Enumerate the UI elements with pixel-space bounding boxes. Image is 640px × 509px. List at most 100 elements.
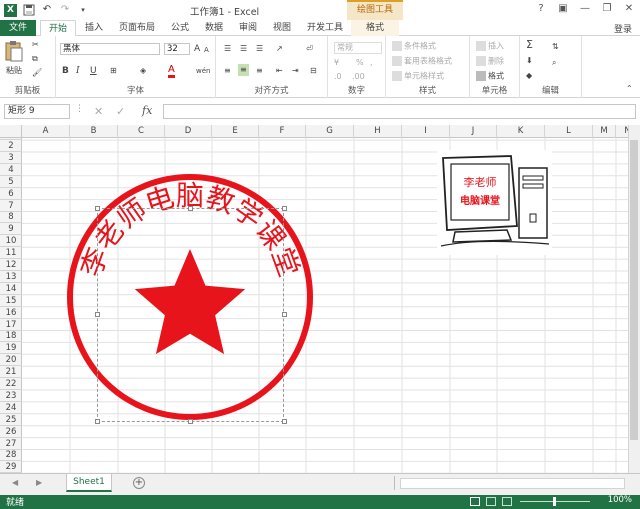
confirm-formula-button[interactable]: ✓ xyxy=(116,104,128,119)
row-header-29[interactable]: 29 xyxy=(0,461,22,474)
tab-formulas[interactable]: 公式 xyxy=(166,20,194,36)
cut-icon[interactable]: ✂ xyxy=(32,40,39,50)
sheet-tab-sheet1[interactable]: Sheet1 xyxy=(66,474,112,492)
align-bottom-icon[interactable]: ☰ xyxy=(256,44,263,54)
next-sheet-arrow-icon[interactable]: ▶ xyxy=(36,478,42,487)
minimize-icon[interactable]: — xyxy=(574,0,596,18)
customize-qat-icon[interactable]: ▾ xyxy=(77,4,89,16)
row-header-19[interactable]: 19 xyxy=(0,342,22,355)
increase-decimal-icon[interactable]: .0 xyxy=(334,72,342,82)
shrink-font-button[interactable]: A xyxy=(204,45,209,55)
column-header-j[interactable]: J xyxy=(450,125,497,138)
column-header-m[interactable]: M xyxy=(593,125,616,138)
computer-monitor-picture[interactable]: 李老师 电脑课堂 xyxy=(437,150,552,255)
page-break-view-icon[interactable] xyxy=(502,497,512,506)
resize-handle[interactable] xyxy=(188,206,193,211)
align-right-icon[interactable]: ≡ xyxy=(256,66,263,76)
merge-center-icon[interactable]: ⊟ xyxy=(310,66,317,76)
row-header-4[interactable]: 4 xyxy=(0,164,22,176)
column-header-i[interactable]: I xyxy=(402,125,450,138)
row-header-17[interactable]: 17 xyxy=(0,319,22,331)
percent-button[interactable]: % xyxy=(356,58,364,68)
column-header-h[interactable]: H xyxy=(354,125,402,138)
fill-icon[interactable]: ⬇ xyxy=(526,56,533,66)
font-color-button[interactable]: A xyxy=(168,65,175,78)
font-name-select[interactable]: 黑体 xyxy=(60,43,160,55)
row-header-12[interactable]: 12 xyxy=(0,259,22,271)
close-icon[interactable]: ✕ xyxy=(618,0,640,18)
select-all-corner[interactable] xyxy=(0,125,22,138)
phonetic-button[interactable]: wén xyxy=(196,66,210,76)
align-middle-icon[interactable]: ☰ xyxy=(240,44,247,54)
conditional-format-button[interactable]: 条件格式 xyxy=(392,41,436,52)
zoom-slider-thumb[interactable] xyxy=(553,497,556,506)
save-icon[interactable] xyxy=(23,4,35,16)
sort-filter-icon[interactable]: ⇅ xyxy=(552,42,559,52)
resize-handle[interactable] xyxy=(95,419,100,424)
row-header-2[interactable]: 2 xyxy=(0,140,22,152)
column-header-a[interactable]: A xyxy=(22,125,70,138)
row-header-9[interactable]: 9 xyxy=(0,223,22,236)
row-header-20[interactable]: 20 xyxy=(0,354,22,367)
format-painter-icon[interactable]: 🖌 xyxy=(32,68,42,78)
find-select-icon[interactable]: ⌕ xyxy=(552,58,556,68)
restore-icon[interactable]: ❐ xyxy=(596,0,618,18)
horizontal-scrollbar[interactable] xyxy=(400,478,625,489)
align-center-icon[interactable]: ≡ xyxy=(238,64,249,76)
help-icon[interactable]: ? xyxy=(530,0,552,18)
page-layout-view-icon[interactable] xyxy=(486,497,496,506)
row-header-22[interactable]: 22 xyxy=(0,378,22,390)
row-header-27[interactable]: 27 xyxy=(0,438,22,450)
resize-handle[interactable] xyxy=(282,206,287,211)
column-header-c[interactable]: C xyxy=(118,125,165,138)
resize-handle[interactable] xyxy=(188,419,193,424)
number-format-select[interactable]: 常规 xyxy=(334,42,382,54)
row-header-8[interactable]: 8 xyxy=(0,211,22,224)
row-header-10[interactable]: 10 xyxy=(0,235,22,248)
column-header-l[interactable]: L xyxy=(545,125,593,138)
login-link[interactable]: 登录 xyxy=(614,22,632,35)
column-header-e[interactable]: E xyxy=(212,125,259,138)
row-header-14[interactable]: 14 xyxy=(0,283,22,295)
accounting-icon[interactable]: ¥ xyxy=(334,58,339,68)
tab-view[interactable]: 视图 xyxy=(268,20,296,36)
add-sheet-button[interactable]: + xyxy=(133,477,145,489)
vertical-scroll-thumb[interactable] xyxy=(630,140,638,440)
bold-button[interactable]: B xyxy=(62,66,69,76)
row-header-5[interactable]: 5 xyxy=(0,176,22,188)
resize-handle[interactable] xyxy=(282,312,287,317)
column-header-f[interactable]: F xyxy=(259,125,306,138)
collapse-ribbon-icon[interactable]: ⌃ xyxy=(626,84,633,94)
grow-font-button[interactable]: A xyxy=(194,44,200,54)
clear-icon[interactable]: ◆ xyxy=(526,71,532,81)
row-header-24[interactable]: 24 xyxy=(0,402,22,414)
row-header-7[interactable]: 7 xyxy=(0,200,22,212)
tab-developer[interactable]: 开发工具 xyxy=(302,20,348,36)
font-size-select[interactable]: 32 xyxy=(164,43,190,55)
copy-icon[interactable]: ⧉ xyxy=(32,54,38,64)
cancel-formula-button[interactable]: ✕ xyxy=(94,104,106,119)
increase-indent-icon[interactable]: ⇥ xyxy=(292,66,299,76)
wrap-text-icon[interactable]: ⏎ xyxy=(306,44,313,54)
row-header-28[interactable]: 28 xyxy=(0,449,22,462)
row-header-13[interactable]: 13 xyxy=(0,271,22,283)
decrease-indent-icon[interactable]: ⇤ xyxy=(276,66,283,76)
zoom-level[interactable]: 100% xyxy=(608,495,632,505)
column-header-k[interactable]: K xyxy=(497,125,545,138)
prev-sheet-arrow-icon[interactable]: ◀ xyxy=(12,478,18,487)
row-header-25[interactable]: 25 xyxy=(0,414,22,426)
tab-page-layout[interactable]: 页面布局 xyxy=(114,20,160,36)
fill-color-icon[interactable]: ◈ xyxy=(140,66,146,76)
decrease-decimal-icon[interactable]: .00 xyxy=(352,72,365,82)
format-cells-button[interactable]: 格式 xyxy=(476,71,504,82)
underline-button[interactable]: U xyxy=(90,66,97,76)
tab-data[interactable]: 数据 xyxy=(200,20,228,36)
column-header-d[interactable]: D xyxy=(165,125,212,138)
tab-home[interactable]: 开始 xyxy=(40,20,76,37)
paste-button[interactable]: 粘贴 xyxy=(6,66,22,76)
column-header-g[interactable]: G xyxy=(306,125,354,138)
name-box[interactable]: 矩形 9 xyxy=(4,104,70,119)
orientation-icon[interactable]: ↗ xyxy=(276,44,283,54)
tab-insert[interactable]: 插入 xyxy=(80,20,108,36)
formula-input[interactable] xyxy=(163,104,636,119)
